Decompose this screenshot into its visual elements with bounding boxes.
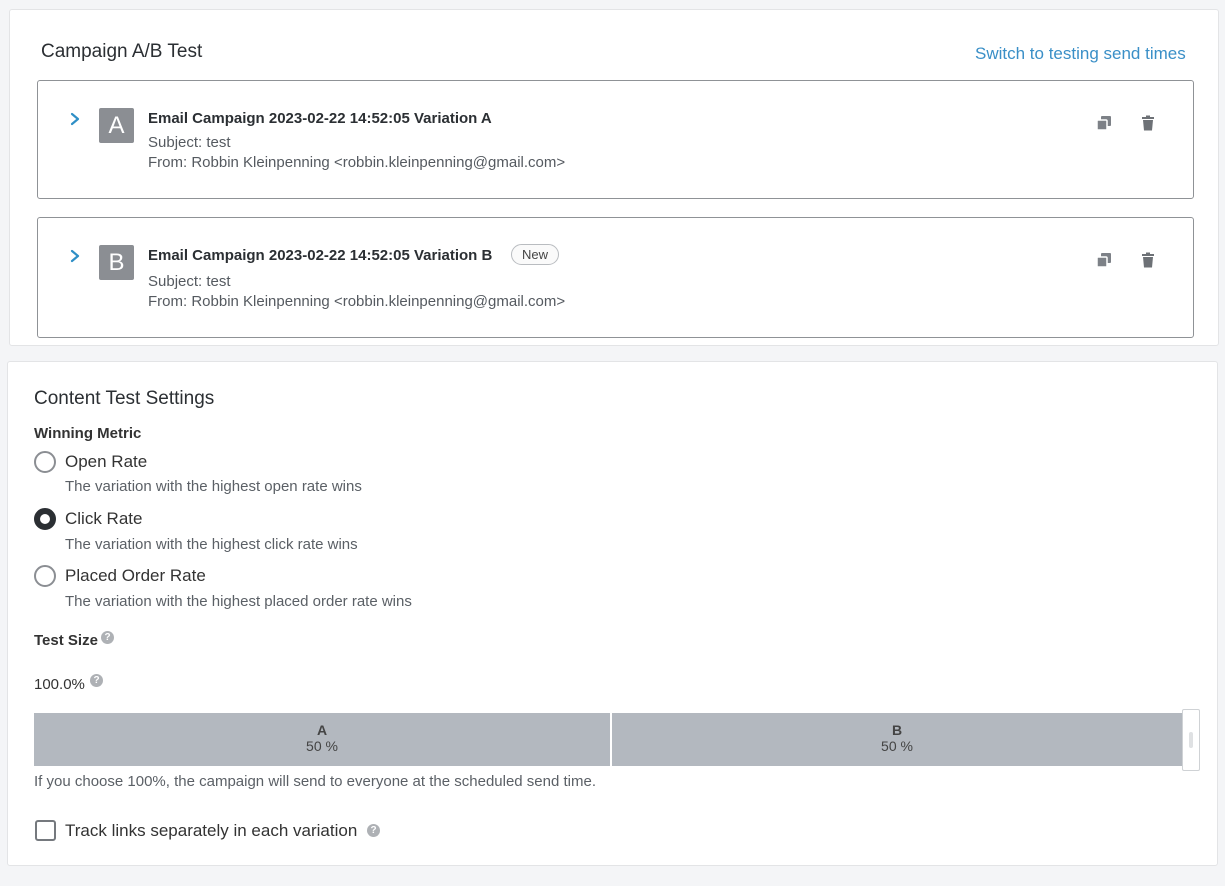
split-segment-b[interactable]: B 50 %	[612, 713, 1182, 766]
variation-subject: Subject: test	[148, 273, 231, 290]
radio-label-placed-order-rate[interactable]: Placed Order Rate	[65, 566, 206, 586]
split-percent-a: 50 %	[306, 738, 338, 754]
radio-help-placed-order-rate: The variation with the highest placed or…	[65, 593, 412, 610]
winning-metric-label: Winning Metric	[34, 425, 142, 442]
variation-name: Email Campaign 2023-02-22 14:52:05 Varia…	[148, 247, 493, 264]
track-links-label[interactable]: Track links separately in each variation	[65, 821, 357, 841]
variation-card-a: A Email Campaign 2023-02-22 14:52:05 Var…	[37, 80, 1194, 199]
variation-from: From: Robbin Kleinpenning <robbin.kleinp…	[148, 293, 566, 310]
split-note: If you choose 100%, the campaign will se…	[34, 773, 597, 790]
switch-to-send-times-link[interactable]: Switch to testing send times	[975, 44, 1186, 64]
radio-placed-order-rate[interactable]	[34, 565, 56, 587]
track-links-checkbox[interactable]	[35, 820, 56, 841]
split-percent-b: 50 %	[881, 738, 913, 754]
new-badge: New	[511, 244, 560, 265]
variation-card-b: B Email Campaign 2023-02-22 14:52:05 Var…	[37, 217, 1194, 338]
ab-test-title: Campaign A/B Test	[41, 41, 203, 62]
chevron-right-icon[interactable]	[68, 112, 82, 126]
chevron-right-icon[interactable]	[68, 249, 82, 263]
help-icon[interactable]: ?	[101, 631, 114, 644]
help-icon[interactable]: ?	[367, 824, 380, 837]
variation-letter-badge: A	[99, 108, 134, 143]
ab-test-panel: Campaign A/B Test Switch to testing send…	[9, 9, 1219, 346]
trash-icon[interactable]	[1140, 252, 1156, 268]
split-drag-handle[interactable]	[1182, 709, 1200, 771]
help-icon[interactable]: ?	[90, 674, 103, 687]
variation-name: Email Campaign 2023-02-22 14:52:05 Varia…	[148, 110, 492, 127]
radio-click-rate[interactable]	[34, 508, 56, 530]
variation-letter-badge: B	[99, 245, 134, 280]
trash-icon[interactable]	[1140, 115, 1156, 131]
radio-open-rate[interactable]	[34, 451, 56, 473]
split-segment-a[interactable]: A 50 %	[34, 713, 610, 766]
copy-icon[interactable]	[1096, 115, 1112, 131]
split-label-b: B	[891, 722, 903, 738]
variation-subject: Subject: test	[148, 134, 231, 151]
copy-icon[interactable]	[1096, 252, 1112, 268]
content-test-settings-panel: Content Test Settings Winning Metric Ope…	[7, 361, 1218, 866]
settings-title: Content Test Settings	[34, 388, 215, 409]
test-size-label: Test Size	[34, 632, 98, 649]
split-label-a: A	[316, 722, 328, 738]
radio-help-click-rate: The variation with the highest click rat…	[65, 536, 358, 553]
radio-label-open-rate[interactable]: Open Rate	[65, 452, 147, 472]
radio-help-open-rate: The variation with the highest open rate…	[65, 478, 362, 495]
radio-label-click-rate[interactable]: Click Rate	[65, 509, 142, 529]
variation-from: From: Robbin Kleinpenning <robbin.kleinp…	[148, 154, 566, 171]
test-size-value: 100.0%	[34, 676, 85, 693]
